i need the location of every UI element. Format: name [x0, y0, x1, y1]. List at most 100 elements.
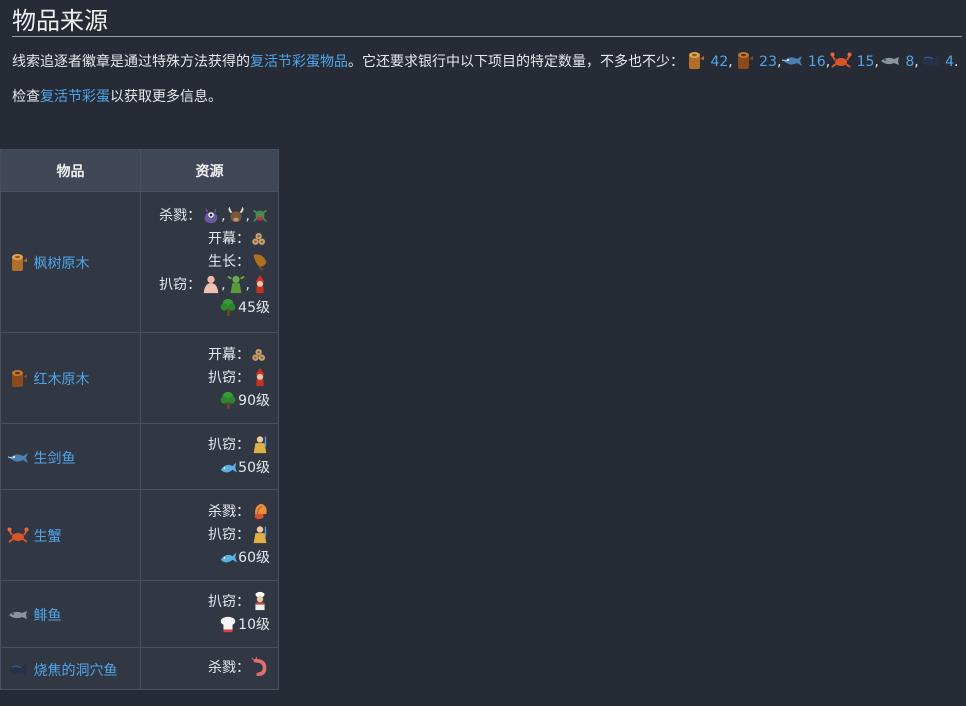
maple-log-icon	[7, 251, 29, 273]
source-icon-link[interactable]	[201, 274, 221, 294]
item-cell: 生剑鱼	[0, 423, 141, 490]
level-requirement: 10级	[238, 617, 270, 633]
source-icon-link[interactable]	[250, 367, 270, 387]
source-icon-link[interactable]	[250, 524, 270, 544]
source-icon-link[interactable]	[218, 460, 238, 476]
source-cell: 杀戮： 扒窃： 60级	[140, 489, 279, 581]
red-gnome-icon	[250, 367, 270, 387]
source-icon-link[interactable]	[218, 614, 238, 634]
raw-crab-icon	[830, 49, 852, 71]
source-label: 开幕：	[208, 230, 250, 247]
raw-pike-icon	[7, 603, 29, 625]
source-label: 杀戮：	[208, 503, 250, 520]
count-link[interactable]: 23	[755, 54, 777, 70]
source-icon-link[interactable]	[250, 274, 270, 294]
source-icon-link[interactable]	[250, 231, 270, 247]
item-sources-table: 物品 资源 枫树原木 杀戮：,, 开幕： 生长： 扒窃：,, 45级 红木原木 开幕： 扒窃：…	[0, 149, 279, 690]
source-icon-link[interactable]	[226, 205, 246, 225]
header-source: 资源	[140, 149, 279, 192]
source-label: 扒窃：	[208, 369, 250, 386]
count-link[interactable]: 15	[852, 54, 875, 70]
note-paragraph: 检查复活节彩蛋以获取更多信息。	[12, 85, 962, 109]
count-link[interactable]: 16	[803, 54, 826, 70]
source-icon-link[interactable]	[250, 503, 270, 520]
intro-text-2: 。它还要求银行中以下项目的特定数量，不多也不少：	[348, 54, 684, 70]
table-row: 红木原木 开幕： 扒窃： 90级	[0, 332, 279, 424]
item-cell: 生蟹	[0, 489, 141, 581]
item-link[interactable]: 生剑鱼	[29, 451, 75, 467]
raw-swordfish-icon	[781, 49, 803, 71]
count-link[interactable]: 8	[901, 54, 914, 70]
level-requirement: 90级	[238, 392, 270, 409]
note-text-1: 检查	[12, 89, 40, 105]
table-header-row: 物品 资源	[0, 149, 279, 192]
fishing-icon	[218, 457, 238, 477]
purple-monster-icon	[201, 205, 221, 225]
source-icon-link[interactable]	[250, 591, 270, 611]
maple-seed-icon	[250, 251, 270, 271]
easter-egg-items-link[interactable]: 复活节彩蛋物品	[250, 54, 348, 70]
source-icon-link[interactable]	[250, 251, 270, 271]
item-link[interactable]: 红木原木	[29, 372, 89, 388]
red-gnome-icon	[250, 274, 270, 294]
woodcutting-icon	[218, 297, 238, 317]
source-label: 杀戮：	[159, 207, 202, 224]
item-cell: 烧焦的洞穴鱼	[0, 647, 141, 690]
header-item: 物品	[0, 149, 141, 192]
count-separator: .	[954, 54, 959, 70]
intro-text-1: 线索追逐者徽章是通过特殊方法获得的	[12, 54, 250, 70]
page-title: 物品来源	[12, 0, 962, 37]
pink-man-icon	[201, 274, 221, 294]
level-requirement: 45级	[238, 299, 270, 316]
easter-egg-link[interactable]: 复活节彩蛋	[40, 89, 110, 105]
fisherman-icon	[250, 524, 270, 544]
item-link[interactable]: 鲱鱼	[29, 608, 61, 624]
source-icon-link[interactable]	[218, 391, 238, 409]
source-icon-link[interactable]	[226, 274, 246, 294]
cave-shrimp-icon	[250, 657, 270, 677]
source-line: 开幕：	[141, 228, 270, 251]
source-icon-link[interactable]	[218, 297, 238, 317]
horned-beast-icon	[226, 205, 246, 225]
source-icon-link[interactable]	[218, 550, 238, 566]
source-line: 扒窃：	[141, 367, 270, 390]
source-line: 45级	[141, 297, 270, 320]
source-icon-link[interactable]	[201, 205, 221, 225]
item-link[interactable]: 烧焦的洞穴鱼	[29, 663, 117, 679]
source-cell: 开幕： 扒窃： 90级	[140, 332, 279, 424]
raw-swordfish-icon	[7, 446, 29, 468]
source-cell: 杀戮：	[140, 647, 279, 690]
log-pile-icon	[250, 344, 270, 364]
chef-icon	[250, 591, 270, 611]
source-label: 扒窃：	[208, 526, 250, 543]
item-link[interactable]: 生蟹	[29, 529, 61, 545]
source-line: 扒窃：	[141, 591, 270, 614]
table-row: 生剑鱼 扒窃： 50级	[0, 423, 279, 490]
source-cell: 扒窃： 50级	[140, 423, 279, 490]
table-row: 生蟹 杀戮： 扒窃： 60级	[0, 489, 279, 581]
source-icon-link[interactable]	[250, 347, 270, 363]
source-icon-link[interactable]	[250, 657, 270, 677]
source-line: 杀戮：	[141, 657, 270, 680]
source-line: 扒窃：	[141, 524, 270, 547]
source-icon-link[interactable]	[250, 435, 270, 453]
source-label: 生长：	[208, 253, 250, 270]
source-line: 90级	[141, 390, 270, 413]
source-label: 扒窃：	[159, 276, 202, 293]
item-link[interactable]: 枫树原木	[29, 256, 89, 272]
source-icon-link[interactable]	[250, 208, 270, 224]
green-creature-icon	[250, 205, 270, 225]
source-label: 杀戮：	[208, 660, 250, 676]
note-text-2: 以获取更多信息。	[110, 89, 222, 105]
item-cell: 鲱鱼	[0, 580, 141, 648]
count-link[interactable]: 42	[706, 54, 728, 70]
source-label: 扒窃：	[208, 594, 250, 610]
count-link[interactable]: 4	[941, 54, 954, 70]
goblin-icon	[226, 274, 246, 294]
cooking-icon	[218, 614, 238, 634]
level-requirement: 60级	[238, 549, 270, 566]
burnt-cave-fish-icon	[919, 49, 941, 71]
source-line: 开幕：	[141, 344, 270, 367]
mahogany-log-icon	[733, 49, 755, 71]
raw-crab-icon	[7, 524, 29, 546]
